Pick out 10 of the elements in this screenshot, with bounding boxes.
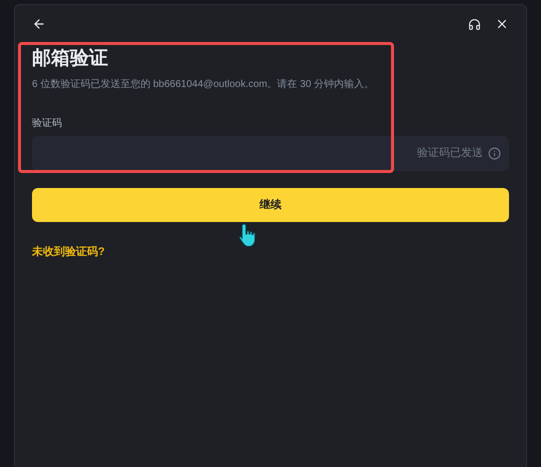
resend-link[interactable]: 未收到验证码? xyxy=(32,244,105,260)
back-icon[interactable] xyxy=(32,17,46,31)
dialog-title: 邮箱验证 xyxy=(32,49,109,68)
info-icon[interactable] xyxy=(488,147,501,160)
field-label: 验证码 xyxy=(32,119,62,129)
continue-button[interactable]: 继续 xyxy=(32,188,509,222)
headset-icon[interactable] xyxy=(468,18,481,30)
description-text: 6 位数验证码已发送至您的 bb6661044@outlook.com。请在 30 分钟内输入。 xyxy=(32,80,375,90)
close-icon[interactable] xyxy=(495,17,509,31)
code-sent-status: 验证码已发送 xyxy=(417,146,483,162)
